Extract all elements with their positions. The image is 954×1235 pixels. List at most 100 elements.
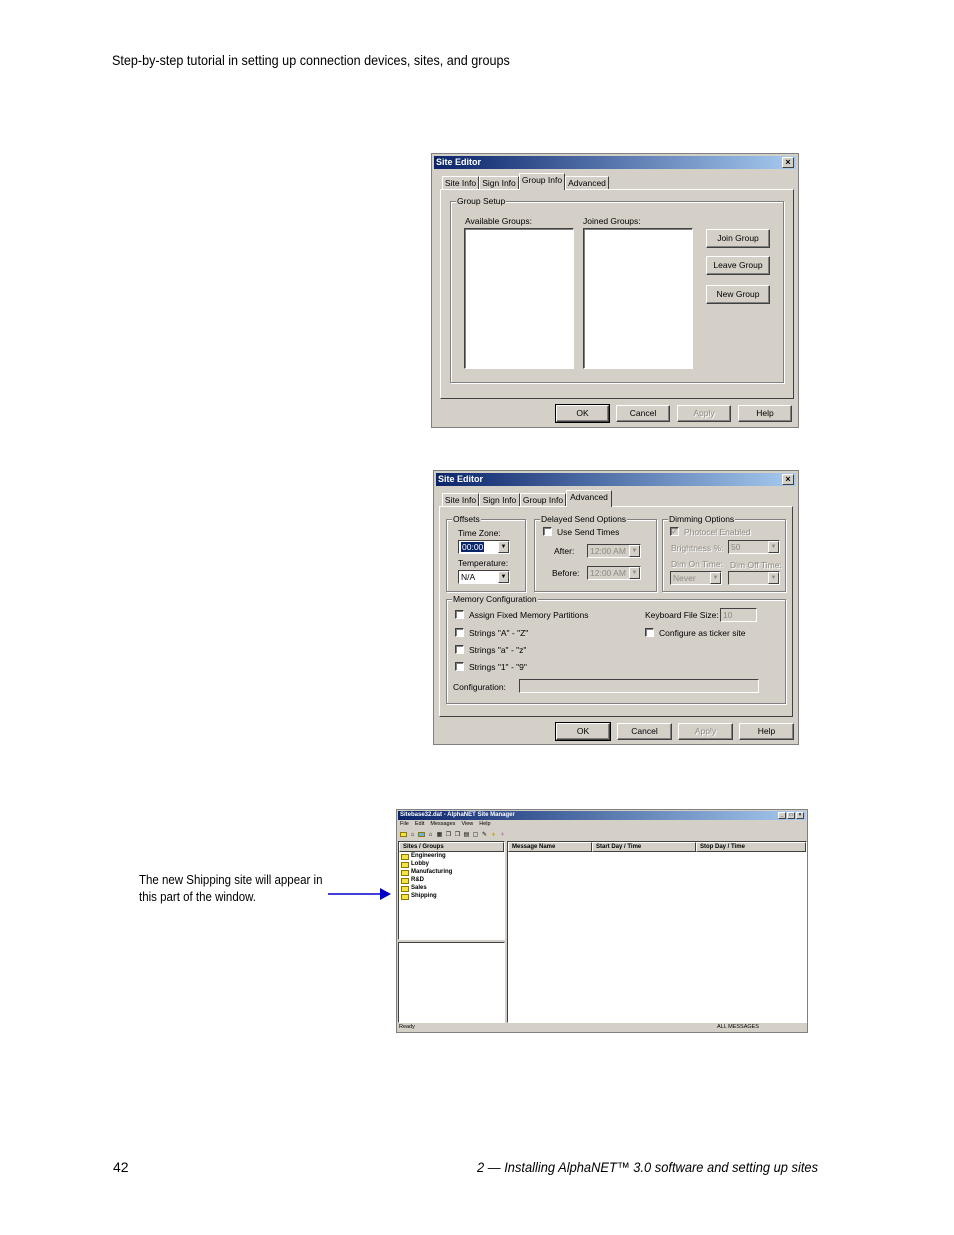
site-label: R&D: [411, 877, 424, 883]
cancel-button[interactable]: Cancel: [617, 723, 672, 740]
joined-groups-list[interactable]: [583, 228, 693, 369]
tab-site-info[interactable]: Site Info: [442, 176, 479, 190]
help-button[interactable]: Help: [738, 405, 792, 422]
site-sales[interactable]: Sales: [401, 885, 427, 892]
site-manufacturing[interactable]: Manufacturing: [401, 869, 452, 876]
tab-sign-info[interactable]: Sign Info: [479, 493, 520, 507]
site-rd[interactable]: R&D: [401, 877, 424, 884]
site-label: Lobby: [411, 861, 429, 867]
site-shipping[interactable]: Shipping: [401, 893, 437, 900]
strings-lower-checkbox[interactable]: [455, 645, 464, 654]
paste-icon[interactable]: ❐: [454, 832, 461, 839]
temperature-select[interactable]: N/A ▼: [458, 570, 510, 584]
messages-pane: Message Name Start Day / Time Stop Day /…: [507, 841, 807, 1023]
site-label: Shipping: [411, 893, 437, 899]
tab-advanced[interactable]: Advanced: [565, 176, 609, 190]
maximize-icon[interactable]: □: [787, 812, 795, 819]
after-time-select[interactable]: 12:00 AM ▼: [587, 544, 641, 558]
join-group-button[interactable]: Join Group: [706, 229, 770, 248]
strings-upper-label: Strings "A" - "Z": [469, 628, 529, 638]
ok-button[interactable]: OK: [555, 404, 610, 423]
temperature-value: N/A: [461, 572, 476, 582]
chapter-footer: 2 — Installing AlphaNET™ 3.0 software an…: [477, 1159, 819, 1175]
edit-icon[interactable]: ▢: [472, 832, 479, 839]
new-site-icon[interactable]: [418, 831, 425, 839]
tab-group-info[interactable]: Group Info: [520, 493, 566, 507]
new-folder-icon[interactable]: [400, 831, 407, 839]
message-name-header[interactable]: Message Name: [508, 842, 592, 852]
configuration-label: Configuration:: [453, 682, 506, 692]
chevron-down-icon[interactable]: ▼: [498, 541, 509, 553]
keyboard-file-size-label: Keyboard File Size:: [645, 610, 719, 620]
site-label: Manufacturing: [411, 869, 453, 875]
menu-view[interactable]: View: [461, 821, 473, 829]
assign-fixed-checkbox[interactable]: [455, 610, 464, 619]
dim-on-time-label: Dim On Time:: [671, 559, 723, 569]
tab-site-info[interactable]: Site Info: [442, 493, 479, 507]
open-site-icon[interactable]: ⌂: [427, 832, 434, 839]
brightness-select[interactable]: 50 ▼: [728, 540, 780, 554]
after-time-value: 12:00 AM: [590, 546, 626, 556]
tab-sign-info[interactable]: Sign Info: [479, 176, 519, 190]
stop-day-time-header[interactable]: Stop Day / Time: [696, 842, 806, 852]
menu-edit[interactable]: Edit: [415, 821, 424, 829]
site-editor-group-info-dialog: Site Editor × Site Info Sign Info Group …: [431, 153, 799, 428]
open-folder-icon[interactable]: ⌂: [409, 832, 416, 839]
site-lobby[interactable]: Lobby: [401, 861, 429, 868]
strings-upper-checkbox[interactable]: [455, 628, 464, 637]
help-button[interactable]: Help: [739, 723, 794, 740]
callout-text: The new Shipping site will appear in thi…: [139, 873, 323, 904]
strings-num-checkbox[interactable]: [455, 662, 464, 671]
properties-icon[interactable]: ▤: [463, 832, 470, 839]
ok-button[interactable]: OK: [555, 722, 611, 741]
chevron-down-icon[interactable]: ▼: [498, 571, 509, 583]
tab-group-info[interactable]: Group Info: [519, 173, 565, 190]
keyboard-file-size-input[interactable]: 10: [720, 608, 757, 622]
menu-messages[interactable]: Messages: [430, 821, 455, 829]
apply-button[interactable]: Apply: [678, 723, 733, 740]
dim-off-time-select[interactable]: ▼: [728, 571, 780, 585]
callout-arrow-icon: [328, 888, 391, 900]
delete-icon[interactable]: ▦: [436, 832, 443, 839]
close-icon[interactable]: ×: [782, 474, 794, 485]
configure-ticker-label: Configure as ticker site: [659, 628, 746, 638]
apply-button[interactable]: Apply: [677, 405, 731, 422]
close-icon[interactable]: ×: [796, 812, 804, 819]
chevron-down-icon[interactable]: ▼: [629, 567, 640, 579]
minimize-icon[interactable]: _: [778, 812, 786, 819]
key-icon[interactable]: ♀: [499, 832, 506, 839]
chevron-down-icon[interactable]: ▼: [710, 572, 721, 584]
available-groups-list[interactable]: [464, 228, 574, 369]
assign-fixed-label: Assign Fixed Memory Partitions: [469, 610, 589, 620]
dialog-title-bar: Site Editor ×: [436, 473, 796, 486]
site-engineering[interactable]: Engineering: [401, 853, 446, 860]
photocel-checkbox[interactable]: ✓: [670, 527, 679, 536]
chevron-down-icon[interactable]: ▼: [768, 541, 779, 553]
folder-icon: [401, 861, 409, 868]
chevron-down-icon[interactable]: ▼: [768, 572, 779, 584]
sites-groups-header[interactable]: Sites / Groups: [399, 842, 504, 852]
use-send-times-checkbox[interactable]: [543, 527, 552, 536]
configure-ticker-checkbox[interactable]: [645, 628, 654, 637]
time-zone-select[interactable]: 00:00 ▼: [458, 540, 510, 554]
site-editor-advanced-dialog: Site Editor × Site Info Sign Info Group …: [433, 470, 799, 745]
close-icon[interactable]: ×: [782, 157, 794, 168]
folder-icon: [401, 885, 409, 892]
lightbulb-icon[interactable]: ♦: [490, 832, 497, 839]
temperature-label: Temperature:: [458, 558, 509, 568]
tab-advanced[interactable]: Advanced: [566, 490, 612, 507]
cancel-button[interactable]: Cancel: [616, 405, 670, 422]
configuration-input[interactable]: [519, 679, 759, 693]
dim-on-time-select[interactable]: Never ▼: [670, 571, 722, 585]
copy-icon[interactable]: ❐: [445, 832, 452, 839]
start-day-time-header[interactable]: Start Day / Time: [592, 842, 696, 852]
toolbar: ⌂ ⌂ ▦ ❐ ❐ ▤ ▢ ✎ ♦ ♀: [400, 830, 506, 840]
before-time-select[interactable]: 12:00 AM ▼: [587, 566, 641, 580]
new-group-button[interactable]: New Group: [706, 285, 770, 304]
pencil-icon[interactable]: ✎: [481, 832, 488, 839]
chevron-down-icon[interactable]: ▼: [629, 545, 640, 557]
leave-group-button[interactable]: Leave Group: [706, 256, 770, 275]
window-buttons: _ □ ×: [778, 812, 804, 819]
menu-file[interactable]: File: [400, 821, 409, 829]
menu-help[interactable]: Help: [479, 821, 490, 829]
